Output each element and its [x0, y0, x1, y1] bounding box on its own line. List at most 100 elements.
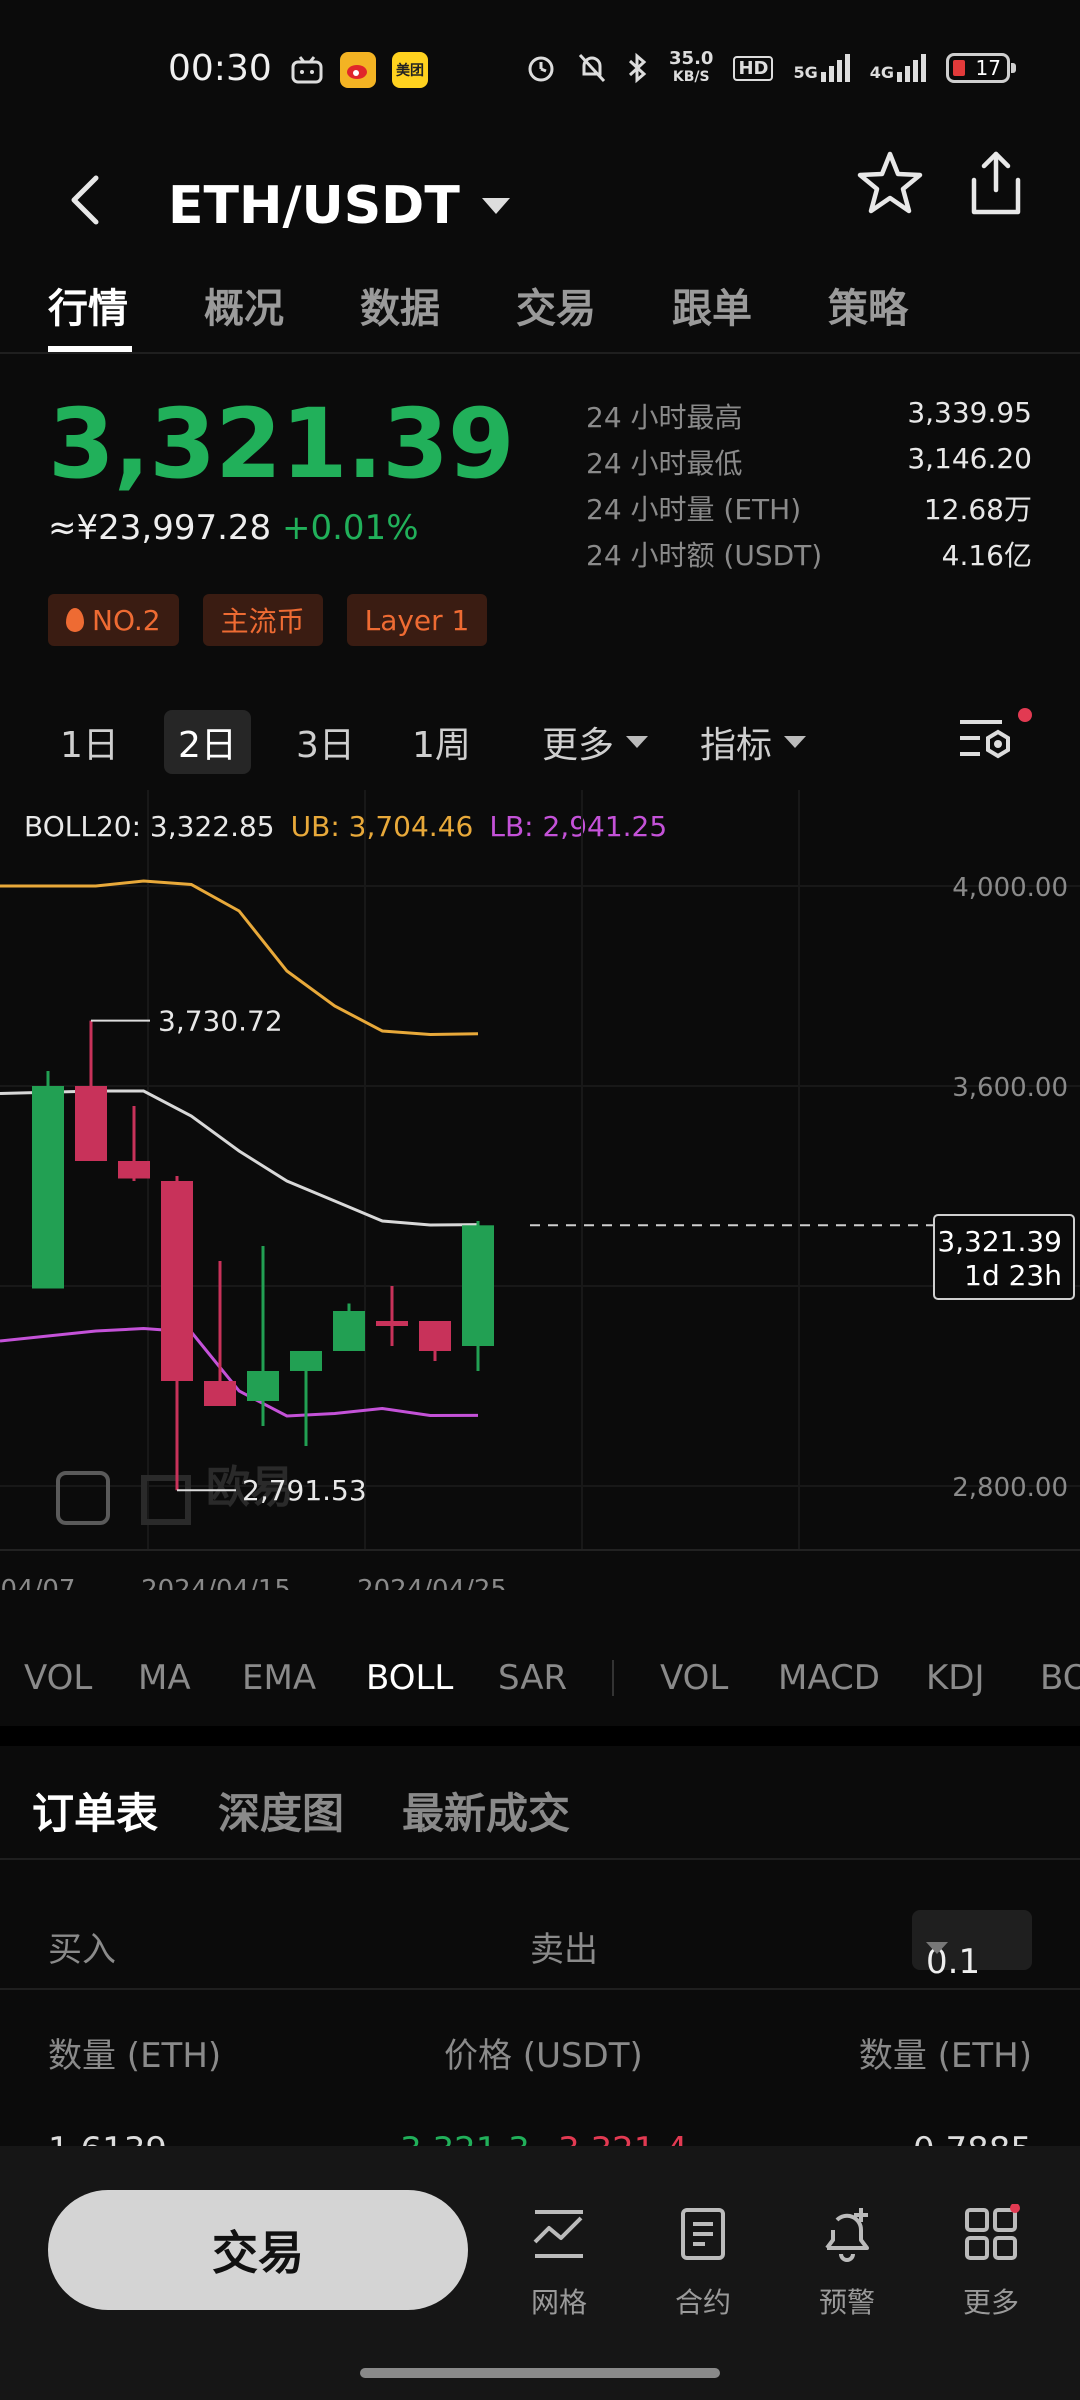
- back-arrow-icon[interactable]: [62, 170, 110, 230]
- mute-bell-icon: [578, 53, 606, 83]
- ind-vol[interactable]: VOL: [24, 1658, 92, 1698]
- star-icon[interactable]: [852, 146, 928, 222]
- section-divider: [0, 1726, 1080, 1746]
- tag-mainstream[interactable]: 主流币: [202, 594, 323, 646]
- period-1w[interactable]: 1周: [398, 710, 485, 774]
- alarm-icon: [528, 56, 554, 82]
- y-tick-label: 3,600.00: [952, 1073, 1068, 1103]
- col-price: 价格 (USDT): [444, 2036, 643, 2076]
- tab-overview[interactable]: 概况: [204, 276, 284, 334]
- meituan-icon: 美团: [392, 52, 428, 88]
- buy-label: 买入: [48, 1930, 116, 1970]
- tab-strategy[interactable]: 策略: [828, 276, 908, 334]
- period-3d[interactable]: 3日: [282, 710, 369, 774]
- tab-latest-trades[interactable]: 最新成交: [402, 1780, 570, 1841]
- candle-body: [290, 1351, 322, 1371]
- sell-label: 卖出: [530, 1930, 598, 1970]
- chevron-down-icon: [481, 198, 510, 214]
- stat-row: 24 小时额 (USDT) 4.16亿: [586, 539, 1032, 572]
- ind-bo[interactable]: BO: [1040, 1658, 1080, 1698]
- candle-body: [204, 1381, 236, 1406]
- period-more[interactable]: 更多: [528, 710, 662, 774]
- stats-panel: 24 小时最高 3,339.95 24 小时最低 3,146.20 24 小时量 (…: [586, 396, 1032, 580]
- candlestick-chart[interactable]: 4,000.00 3,600.00 2,800.00 04/07 2024/04/15 2…: [0, 790, 1080, 1590]
- bottom-bar: 交易 网格 合约 预警 更多: [0, 2146, 1080, 2400]
- tab-orderbook[interactable]: 订单表: [32, 1780, 158, 1841]
- low-marker-label: 2,791.53: [242, 1474, 367, 1507]
- pair-selector[interactable]: ETH/USDT: [168, 176, 510, 236]
- ind-boll[interactable]: BOLL: [366, 1658, 453, 1698]
- ind-ema[interactable]: EMA: [242, 1658, 316, 1698]
- candle-body: [247, 1371, 279, 1401]
- candle-body: [75, 1086, 107, 1161]
- tag-layer1[interactable]: Layer 1: [346, 594, 488, 646]
- chevron-down-icon: [784, 736, 807, 748]
- orderbook-columns: 数量 (ETH) 价格 (USDT) 数量 (ETH): [0, 2020, 1080, 2080]
- precision-select[interactable]: 0.1: [912, 1910, 1032, 1982]
- price-cny: ≈¥23,997.28: [48, 508, 272, 548]
- tab-data[interactable]: 数据: [360, 276, 440, 334]
- tab-depth[interactable]: 深度图: [218, 1780, 344, 1841]
- tab-trade[interactable]: 交易: [516, 276, 596, 334]
- candle-body: [376, 1321, 408, 1326]
- tab-copy-trade[interactable]: 跟单: [672, 276, 752, 334]
- signal-5g-icon: 5G: [793, 54, 850, 82]
- ind-ma[interactable]: MA: [138, 1658, 191, 1698]
- bilibili-icon: [291, 56, 323, 84]
- nav-futures[interactable]: 合约: [648, 2204, 758, 2321]
- nav-more[interactable]: 更多: [936, 2203, 1046, 2321]
- pair-title: ETH/USDT: [168, 176, 460, 236]
- last-price-label: 3,321.39: [937, 1225, 1062, 1258]
- trade-button[interactable]: 交易: [48, 2190, 468, 2310]
- price-change: +0.01%: [282, 508, 419, 548]
- period-1d[interactable]: 1日: [46, 710, 133, 774]
- tab-active-indicator: [48, 346, 132, 352]
- bell-plus-icon: [825, 2208, 869, 2262]
- tag-rank[interactable]: NO.2: [48, 594, 179, 646]
- high-marker-label: 3,730.72: [158, 1005, 283, 1038]
- candle-body: [462, 1225, 494, 1346]
- chart-settings-icon[interactable]: [956, 712, 1016, 768]
- y-tick-label: 4,000.00: [952, 873, 1068, 903]
- period-2d[interactable]: 2日: [164, 710, 251, 774]
- countdown-label: 1d 23h: [964, 1259, 1062, 1292]
- nav-grid[interactable]: 网格: [504, 2204, 614, 2321]
- hd-icon: HD: [733, 55, 774, 81]
- grid-chart-icon: [533, 2210, 583, 2258]
- chevron-down-icon: [626, 736, 649, 748]
- ind-macd[interactable]: MACD: [778, 1658, 880, 1698]
- apps-grid-icon: [965, 2203, 1020, 2260]
- tag-list: NO.2 主流币 Layer 1: [48, 594, 488, 646]
- chevron-down-icon: [926, 1942, 948, 1954]
- indicator-row: VOL MA EMA BOLL SAR VOL MACD KDJ BO: [0, 1640, 1080, 1720]
- stat-row: 24 小时最高 3,339.95: [586, 396, 1032, 434]
- ind-kdj[interactable]: KDJ: [926, 1658, 985, 1698]
- period-selector: 1日 2日 3日 1周 更多 指标: [0, 700, 1080, 780]
- status-time: 00:30: [168, 48, 272, 89]
- contract-icon: [681, 2208, 725, 2260]
- status-bar: 00:30 美团 35.0 KB/S HD 5G 4G 17: [0, 0, 1080, 140]
- y-tick-label: 2,800.00: [952, 1473, 1068, 1503]
- status-system-icons: 35.0 KB/S HD 5G 4G 17: [525, 50, 1016, 86]
- indicator-dropdown[interactable]: 指标: [686, 710, 820, 774]
- ind-sub-vol[interactable]: VOL: [660, 1658, 728, 1698]
- watermark-logo: [141, 1475, 191, 1525]
- candle-body: [118, 1161, 150, 1179]
- tab-market[interactable]: 行情: [48, 276, 128, 334]
- x-tick-label: 04/07: [1, 1575, 76, 1590]
- main-tabs: 行情 概况 数据 交易 跟单 策略: [0, 262, 1080, 354]
- nav-alert[interactable]: 预警: [792, 2204, 902, 2321]
- col-qty-left: 数量 (ETH): [48, 2036, 222, 2076]
- share-icon[interactable]: [958, 146, 1034, 222]
- col-qty-right: 数量 (ETH): [858, 2036, 1032, 2076]
- stat-row: 24 小时最低 3,146.20: [586, 442, 1032, 480]
- candle-body: [161, 1181, 193, 1381]
- fullscreen-icon: [56, 1471, 110, 1525]
- header: ETH/USDT: [0, 140, 1080, 260]
- boll-lower-band: [0, 1326, 479, 1418]
- home-indicator: [360, 2368, 720, 2378]
- candle-body: [333, 1311, 365, 1351]
- ind-sar[interactable]: SAR: [498, 1658, 567, 1698]
- indicator-divider: [612, 1660, 614, 1696]
- flame-icon: [66, 608, 84, 632]
